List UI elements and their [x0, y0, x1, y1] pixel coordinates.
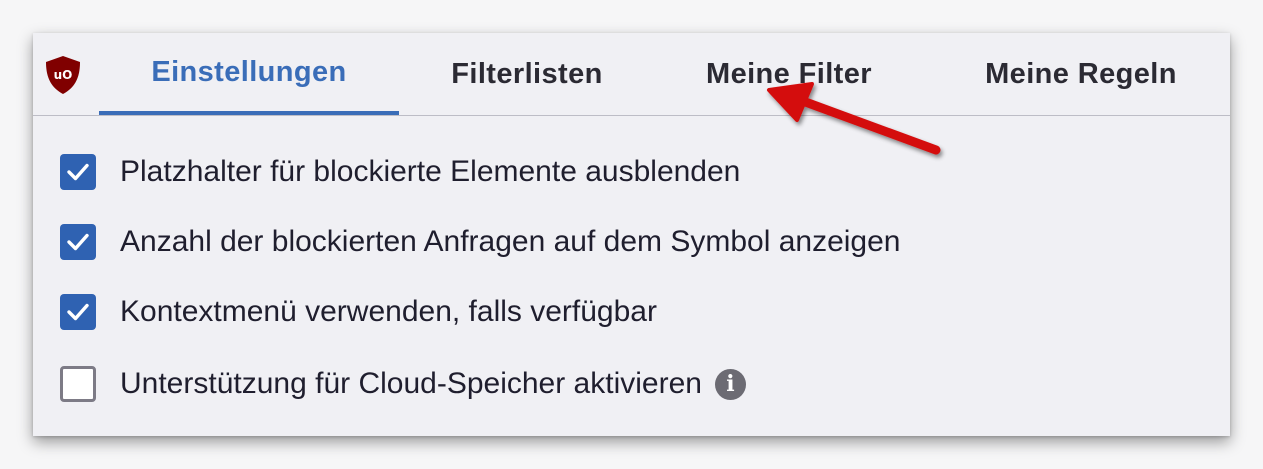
tab-meine-regeln[interactable]: Meine Regeln [943, 33, 1219, 115]
checkbox-checked[interactable] [60, 294, 96, 330]
option-hide-placeholders[interactable]: Platzhalter für blockierte Elemente ausb… [60, 152, 740, 192]
option-show-icon-badge[interactable]: Anzahl der blockierten Anfragen auf dem … [60, 222, 900, 262]
option-label: Unterstützung für Cloud-Speicher aktivie… [120, 367, 702, 400]
checkmark-icon [67, 233, 89, 251]
option-label: Anzahl der blockierten Anfragen auf dem … [120, 225, 901, 258]
settings-panel: uO Einstellungen Filterlisten Meine Filt… [33, 33, 1230, 436]
checkmark-icon [67, 163, 89, 181]
tab-meine-filter[interactable]: Meine Filter [655, 33, 923, 115]
option-label: Platzhalter für blockierte Elemente ausb… [120, 155, 741, 188]
checkbox-unchecked[interactable] [60, 366, 96, 402]
tab-bar: uO Einstellungen Filterlisten Meine Filt… [33, 33, 1230, 116]
info-icon[interactable]: i [714, 368, 746, 400]
option-cloud-storage[interactable]: Unterstützung für Cloud-Speicher aktivie… [60, 364, 746, 404]
checkbox-checked[interactable] [60, 224, 96, 260]
ublock-origin-logo-icon: uO [46, 56, 80, 94]
option-context-menu[interactable]: Kontextmenü verwenden, falls verfügbar [60, 292, 657, 332]
checkbox-checked[interactable] [60, 154, 96, 190]
tab-filterlisten[interactable]: Filterlisten [405, 33, 649, 115]
option-label: Kontextmenü verwenden, falls verfügbar [120, 295, 657, 328]
checkmark-icon [67, 303, 89, 321]
logo-text: uO [54, 68, 73, 82]
tab-einstellungen[interactable]: Einstellungen [99, 33, 399, 115]
